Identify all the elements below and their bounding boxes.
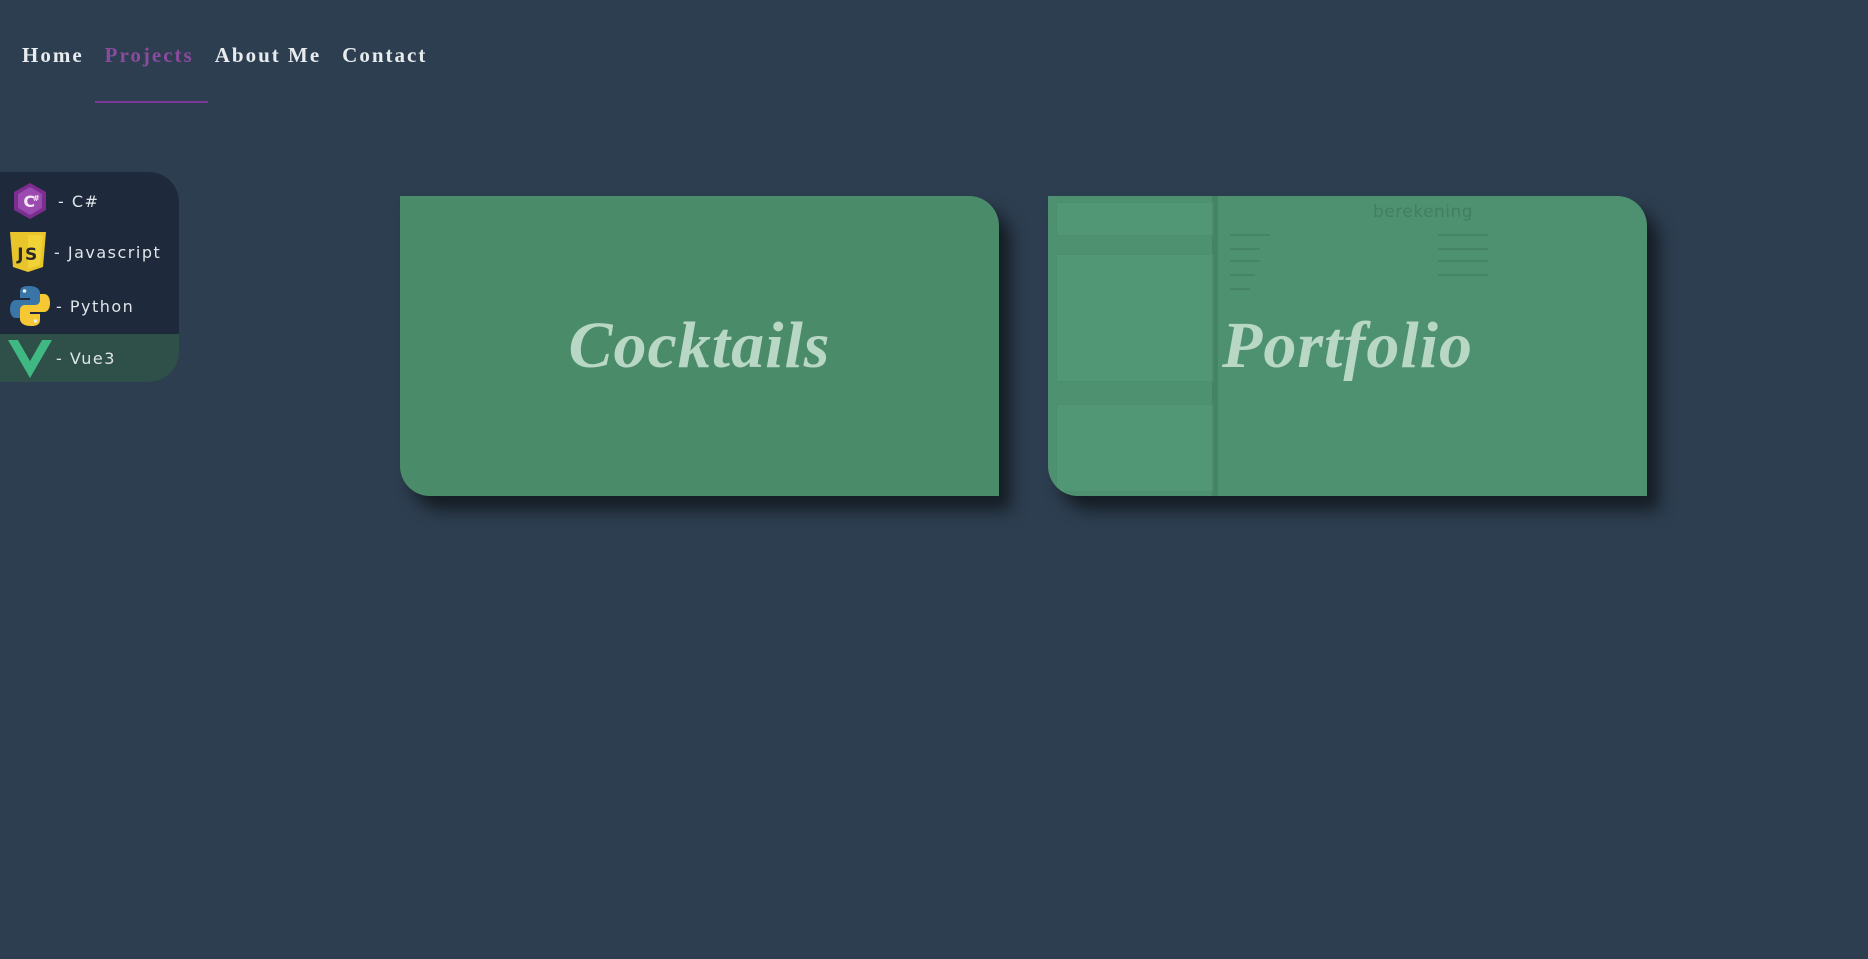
nav-contact[interactable]: Contact xyxy=(342,40,427,70)
preview-line xyxy=(1438,234,1488,236)
javascript-icon: JS xyxy=(6,230,50,274)
project-title-cocktails: Cocktails xyxy=(568,309,831,382)
csharp-icon: C # xyxy=(8,179,52,223)
project-title-portfolio: Portfolio xyxy=(1222,309,1473,382)
preview-line xyxy=(1230,248,1260,250)
preview-line xyxy=(1230,288,1250,290)
language-item-vue3[interactable]: - Vue3 xyxy=(0,334,179,382)
project-card-portfolio[interactable]: berekening Portfolio xyxy=(1048,196,1647,496)
language-item-javascript[interactable]: JS - Javascript xyxy=(0,227,179,277)
language-label-python: - Python xyxy=(56,296,135,316)
svg-text:JS: JS xyxy=(16,245,39,265)
preview-box xyxy=(1056,404,1214,492)
svg-text:#: # xyxy=(33,194,41,203)
preview-line xyxy=(1230,274,1255,276)
language-label-javascript: - Javascript xyxy=(54,242,162,262)
vue-icon xyxy=(8,336,52,380)
nav-about-me[interactable]: About Me xyxy=(215,40,321,70)
nav-projects[interactable]: Projects xyxy=(105,40,194,70)
main-nav: Home Projects About Me Contact xyxy=(22,40,448,70)
language-item-python[interactable]: - Python xyxy=(0,281,179,331)
active-nav-underline xyxy=(95,101,208,103)
python-icon xyxy=(8,284,52,328)
language-label-csharp: - C# xyxy=(58,191,100,211)
preview-box xyxy=(1056,202,1214,236)
nav-home[interactable]: Home xyxy=(22,40,84,70)
project-card-cocktails[interactable]: Cocktails xyxy=(400,196,999,496)
preview-line xyxy=(1438,274,1488,276)
preview-box xyxy=(1056,254,1214,382)
preview-heading: berekening xyxy=(1373,202,1474,222)
preview-line xyxy=(1438,248,1488,250)
language-label-vue3: - Vue3 xyxy=(56,348,116,368)
preview-line xyxy=(1230,260,1260,262)
preview-line xyxy=(1230,234,1270,236)
language-filter-panel: C # - C# JS - Javascript - Python - Vue3 xyxy=(0,172,179,382)
language-item-csharp[interactable]: C # - C# xyxy=(0,176,179,226)
preview-line xyxy=(1438,260,1488,262)
